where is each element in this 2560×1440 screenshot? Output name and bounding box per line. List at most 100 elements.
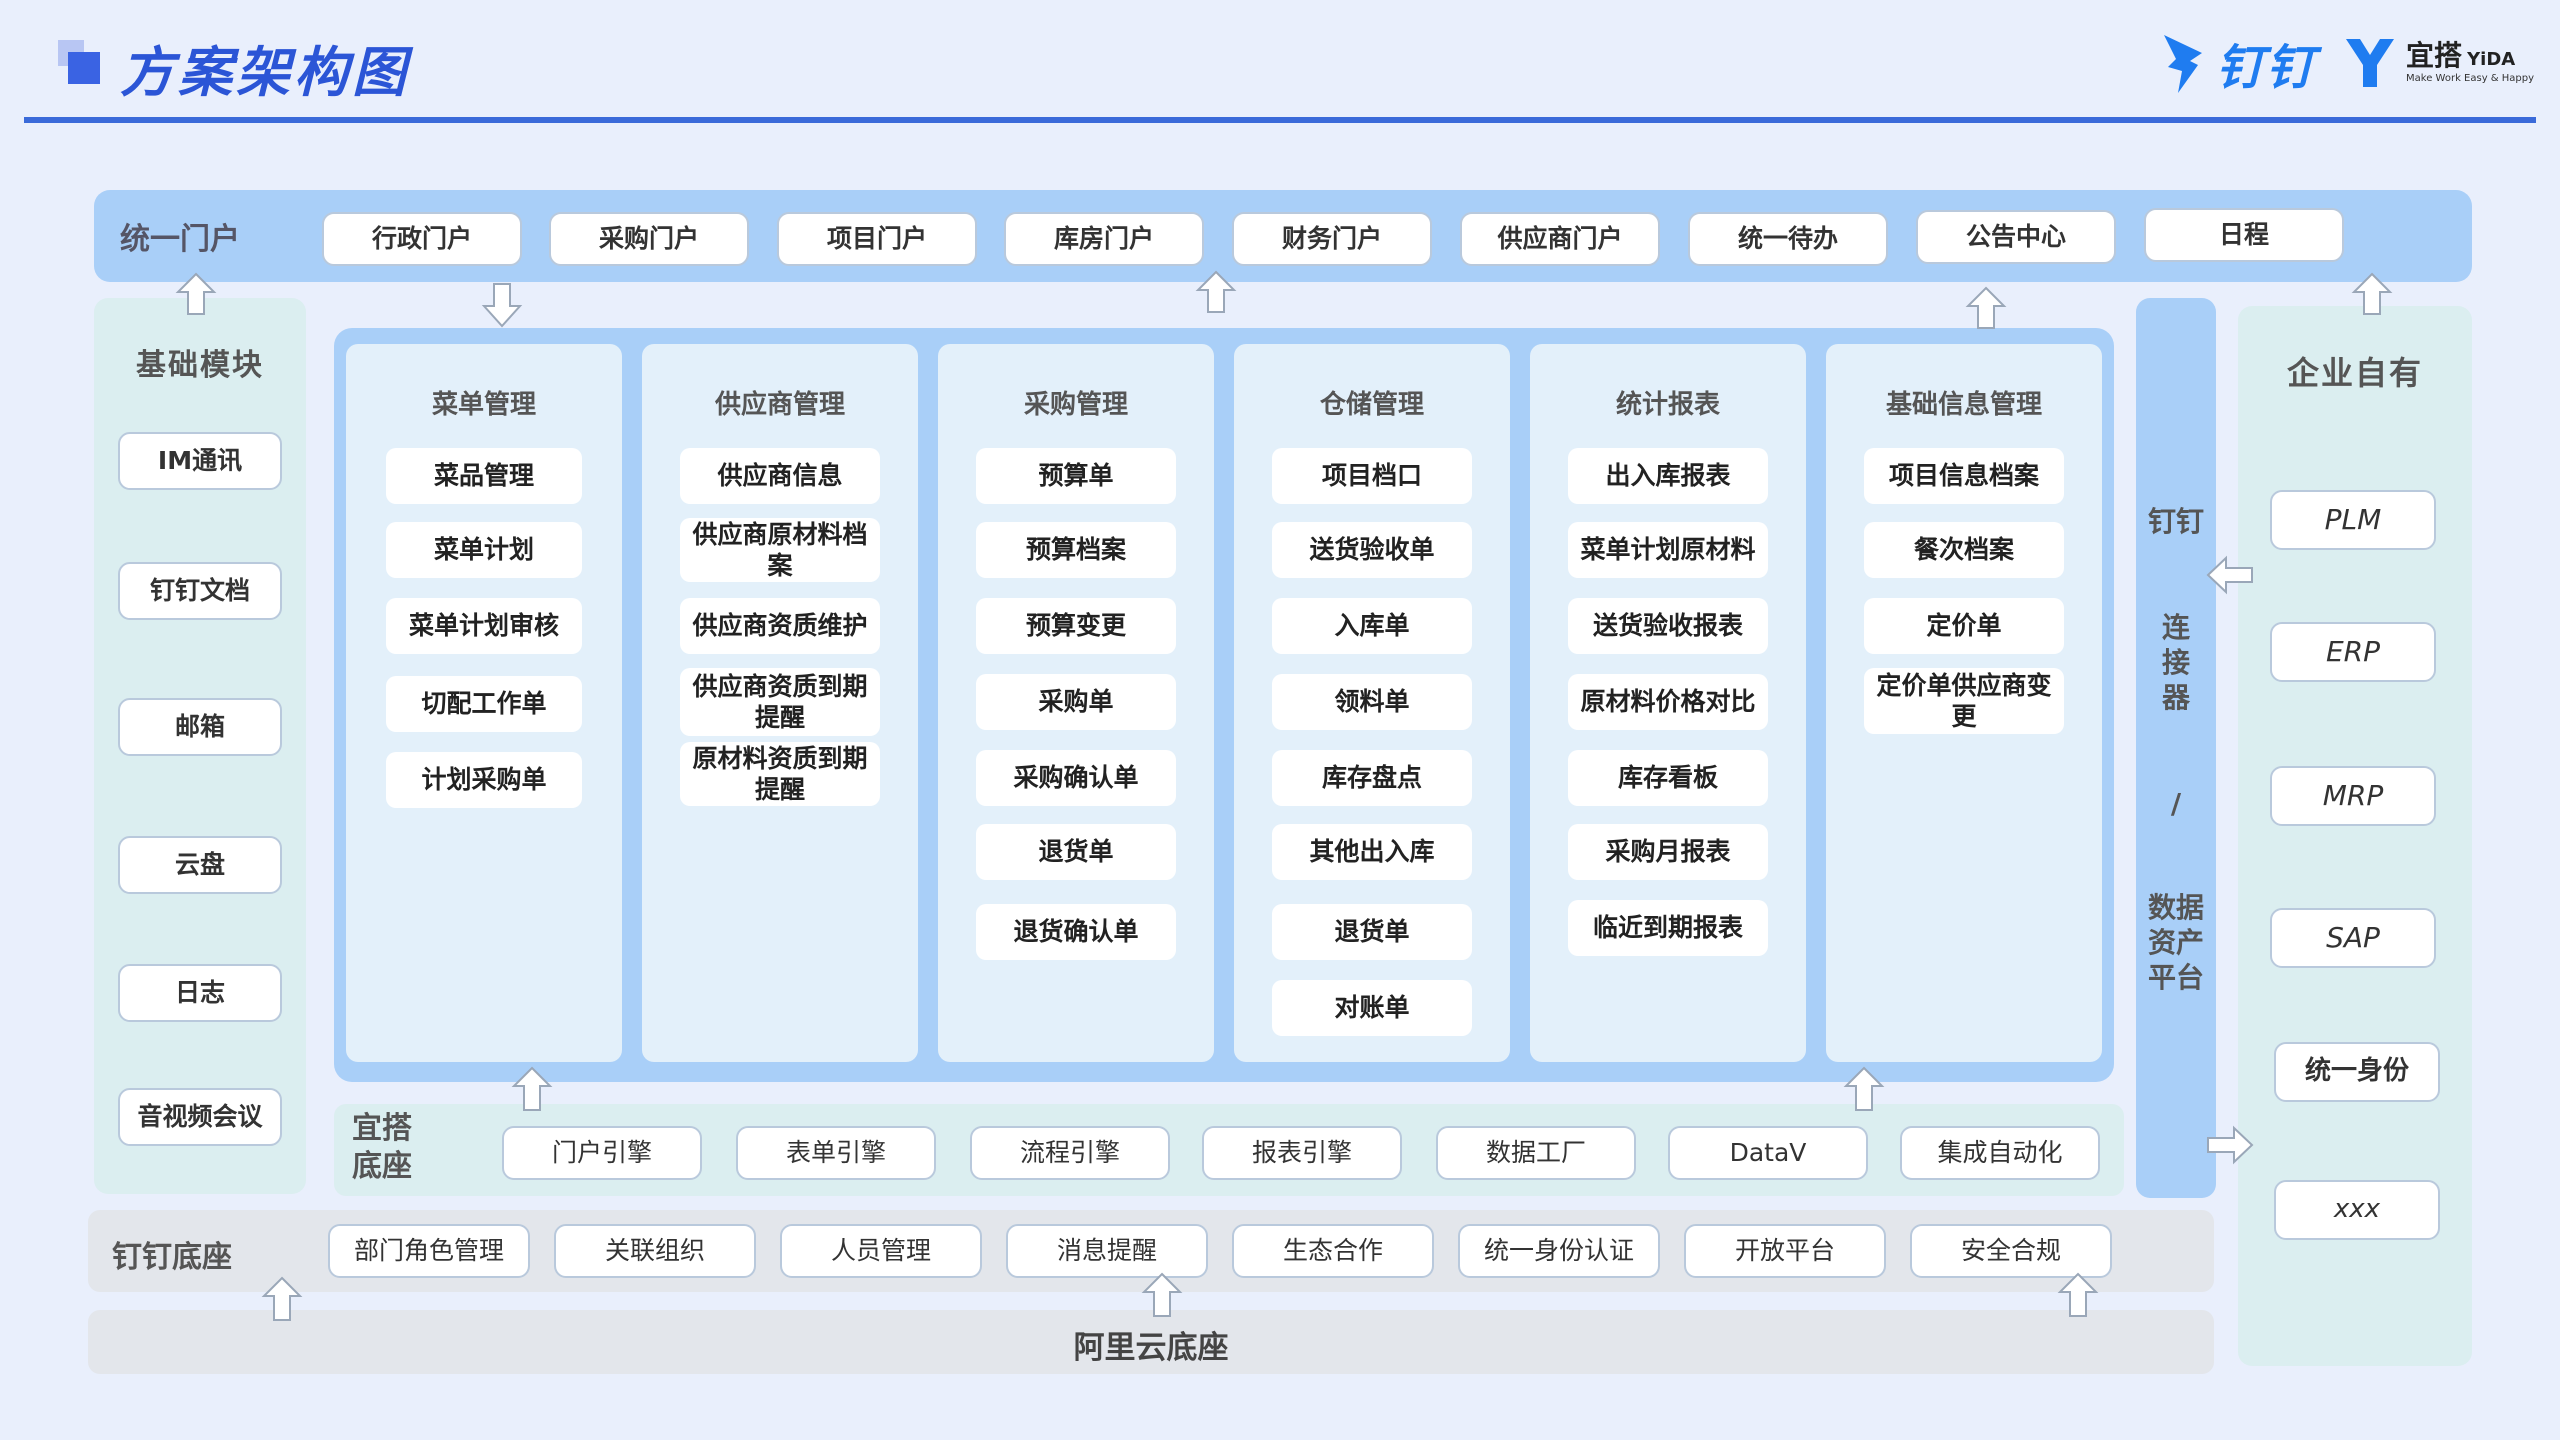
connector-text-connector: 连接器 (2161, 611, 2190, 714)
title-decoration (68, 52, 100, 84)
enterprise-item[interactable]: SAP (2270, 908, 2436, 968)
yida-logo-icon (2346, 39, 2395, 87)
module-item[interactable]: 退货单 (1272, 904, 1472, 960)
brand-yida-en: YiDA (2467, 49, 2516, 70)
module-item[interactable]: 出入库报表 (1568, 448, 1768, 504)
module-item[interactable]: 供应商原材料档案 (680, 518, 880, 582)
module-item[interactable]: 菜单计划原材料 (1568, 522, 1768, 578)
module-item[interactable]: 原材料价格对比 (1568, 674, 1768, 730)
module-item[interactable]: 采购单 (976, 674, 1176, 730)
yida-base-label: 宜搭底座 (352, 1111, 412, 1184)
module-item[interactable]: 菜单计划 (386, 522, 582, 578)
module-item[interactable]: 退货单 (976, 824, 1176, 880)
arrow-up-icon (2057, 1272, 2099, 1317)
module-item[interactable]: 项目信息档案 (1864, 448, 2064, 504)
module-item[interactable]: 切配工作单 (386, 676, 582, 732)
module-item[interactable]: 退货确认单 (976, 904, 1176, 960)
dingtalk-logo-icon (2164, 35, 2202, 93)
portal-item[interactable]: 采购门户 (549, 212, 749, 266)
module-item[interactable]: 菜单计划审核 (386, 598, 582, 654)
enterprise-item[interactable]: 统一身份 (2274, 1042, 2440, 1102)
dingtalk-base-item[interactable]: 人员管理 (780, 1224, 982, 1278)
yida-engine-item[interactable]: 报表引擎 (1202, 1126, 1402, 1180)
module-item[interactable]: 预算变更 (976, 598, 1176, 654)
enterprise-item[interactable]: MRP (2270, 766, 2436, 826)
module-title: 菜单管理 (431, 390, 536, 420)
arrow-up-icon (1965, 286, 2007, 329)
module-title: 采购管理 (1023, 390, 1128, 420)
yida-engine-item[interactable]: 数据工厂 (1436, 1126, 1636, 1180)
yida-engine-item[interactable]: 流程引擎 (970, 1126, 1170, 1180)
page-title: 方案架构图 (120, 41, 410, 104)
arrow-up-icon (175, 272, 217, 315)
module-item[interactable]: 对账单 (1272, 980, 1472, 1036)
dingtalk-base-item[interactable]: 安全合规 (1910, 1224, 2112, 1278)
module-item[interactable]: 供应商资质到期提醒 (680, 668, 880, 736)
arrow-up-icon (511, 1066, 553, 1111)
module-item[interactable]: 采购确认单 (976, 750, 1176, 806)
enterprise-label: 企业自有 (2286, 354, 2423, 392)
base-module-item[interactable]: 音视频会议 (118, 1088, 282, 1146)
portal-item[interactable]: 财务门户 (1232, 212, 1432, 266)
module-item[interactable]: 供应商信息 (680, 448, 880, 504)
portal-item[interactable]: 公告中心 (1916, 210, 2116, 264)
portal-item[interactable]: 统一待办 (1688, 212, 1888, 266)
dingtalk-base-item[interactable]: 生态合作 (1232, 1224, 1434, 1278)
arrow-up-icon (1195, 270, 1237, 313)
portal-item[interactable]: 行政门户 (322, 212, 522, 266)
dingtalk-base-item[interactable]: 开放平台 (1684, 1224, 1886, 1278)
module-item[interactable]: 送货验收报表 (1568, 598, 1768, 654)
brand-dingtalk-text: 钉钉 (2216, 40, 2317, 96)
base-module-item[interactable]: IM通讯 (118, 432, 282, 490)
connector-bar (2136, 298, 2216, 1198)
module-title: 供应商管理 (714, 390, 845, 420)
module-item[interactable]: 临近到期报表 (1568, 900, 1768, 956)
module-item[interactable]: 餐次档案 (1864, 522, 2064, 578)
portal-item[interactable]: 日程 (2144, 208, 2344, 262)
module-item[interactable]: 预算单 (976, 448, 1176, 504)
arrow-up-icon (1843, 1066, 1885, 1111)
dingtalk-base-item[interactable]: 关联组织 (554, 1224, 756, 1278)
module-item[interactable]: 送货验收单 (1272, 522, 1472, 578)
module-item[interactable]: 定价单 (1864, 598, 2064, 654)
enterprise-item[interactable]: xxx (2274, 1180, 2440, 1240)
module-item[interactable]: 原材料资质到期提醒 (680, 742, 880, 806)
module-item[interactable]: 入库单 (1272, 598, 1472, 654)
connector-text-data-platform: 数据资产平台 (2148, 891, 2205, 994)
portal-item[interactable]: 库房门户 (1004, 212, 1204, 266)
module-item[interactable]: 库存盘点 (1272, 750, 1472, 806)
module-item[interactable]: 菜品管理 (386, 448, 582, 504)
yida-engine-item[interactable]: 集成自动化 (1900, 1126, 2100, 1180)
module-item[interactable]: 库存看板 (1568, 750, 1768, 806)
header-divider (24, 117, 2536, 123)
brand-yida: 宜搭 YiDA Make Work Easy & Happy (2342, 35, 2534, 91)
dingtalk-base-item[interactable]: 统一身份认证 (1458, 1224, 1660, 1278)
module-item[interactable]: 领料单 (1272, 674, 1472, 730)
module-item[interactable]: 计划采购单 (386, 752, 582, 808)
base-module-item[interactable]: 钉钉文档 (118, 562, 282, 620)
module-item[interactable]: 项目档口 (1272, 448, 1472, 504)
dingtalk-base-item[interactable]: 部门角色管理 (328, 1224, 530, 1278)
brand-logos: 钉钉 宜搭 YiDA Make Work Easy & Happy (2160, 28, 2534, 98)
base-module-item[interactable]: 云盘 (118, 836, 282, 894)
enterprise-item[interactable]: ERP (2270, 622, 2436, 682)
portal-item[interactable]: 供应商门户 (1460, 212, 1660, 266)
connector-text-slash: / (2170, 787, 2182, 820)
enterprise-item[interactable]: PLM (2270, 490, 2436, 550)
module-item[interactable]: 预算档案 (976, 522, 1176, 578)
base-module-item[interactable]: 邮箱 (118, 698, 282, 756)
portal-label: 统一门户 (120, 222, 240, 257)
module-title: 仓储管理 (1319, 390, 1424, 420)
yida-engine-item[interactable]: DataV (1668, 1126, 1868, 1180)
portal-item[interactable]: 项目门户 (777, 212, 977, 266)
yida-engine-item[interactable]: 表单引擎 (736, 1126, 936, 1180)
arrow-up-icon (2351, 272, 2393, 315)
module-item[interactable]: 其他出入库 (1272, 824, 1472, 880)
module-item[interactable]: 定价单供应商变更 (1864, 668, 2064, 734)
module-item[interactable]: 供应商资质维护 (680, 598, 880, 654)
yida-engine-item[interactable]: 门户引擎 (502, 1126, 702, 1180)
arrow-down-icon (481, 283, 523, 328)
base-module-item[interactable]: 日志 (118, 964, 282, 1022)
dingtalk-base-item[interactable]: 消息提醒 (1006, 1224, 1208, 1278)
module-item[interactable]: 采购月报表 (1568, 824, 1768, 880)
